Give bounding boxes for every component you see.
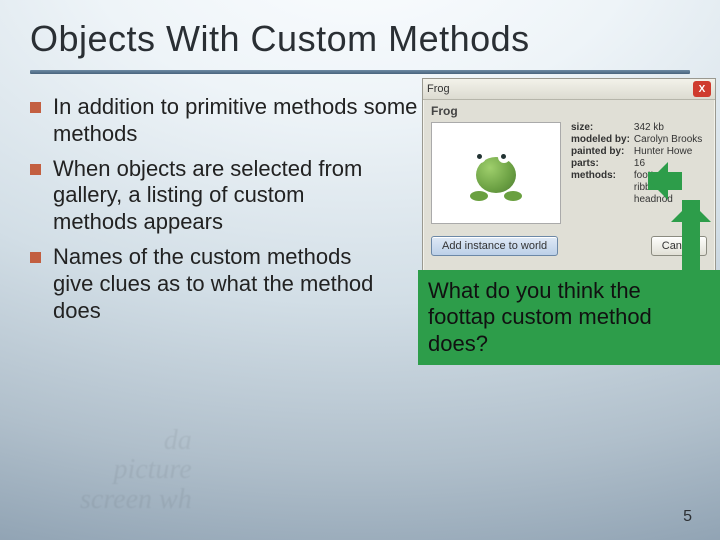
bullet-text: When objects are selected from gallery, … (53, 156, 388, 236)
meta-row: painted by:Hunter Howe (571, 146, 706, 158)
close-icon[interactable]: X (693, 81, 711, 97)
slide-title: Objects With Custom Methods (30, 18, 696, 60)
slide-body: In addition to primitive methods some ob… (0, 74, 720, 325)
bullet-icon (30, 252, 41, 263)
window-title: Frog (427, 83, 450, 95)
bullet-list-cont: When objects are selected from gallery, … (28, 156, 388, 325)
watermark-text: da picture screen wh (80, 426, 192, 514)
bullet-icon (30, 102, 41, 113)
frog-icon (468, 151, 524, 201)
callout-arrow-left-icon (648, 172, 682, 190)
meta-row: modeled by:Carolyn Brooks (571, 134, 706, 146)
bullet-item: When objects are selected from gallery, … (28, 156, 388, 236)
add-instance-button[interactable]: Add instance to world (431, 236, 558, 256)
object-thumbnail (431, 122, 561, 224)
title-area: Objects With Custom Methods (0, 0, 720, 64)
bullet-item: Names of the custom methods give clues a… (28, 244, 388, 324)
callout-box: What do you think the foottap custom met… (418, 270, 720, 365)
bullet-text: Names of the custom methods give clues a… (53, 244, 388, 324)
meta-row: size:342 kb (571, 122, 706, 134)
preview-button-row: Add instance to world Cancel (423, 230, 715, 262)
page-number: 5 (683, 508, 692, 526)
slide: Objects With Custom Methods In addition … (0, 0, 720, 540)
callout-arrow-up-icon (682, 200, 700, 270)
object-name: Frog (423, 100, 715, 122)
window-titlebar: Frog X (423, 79, 715, 100)
bullet-icon (30, 164, 41, 175)
